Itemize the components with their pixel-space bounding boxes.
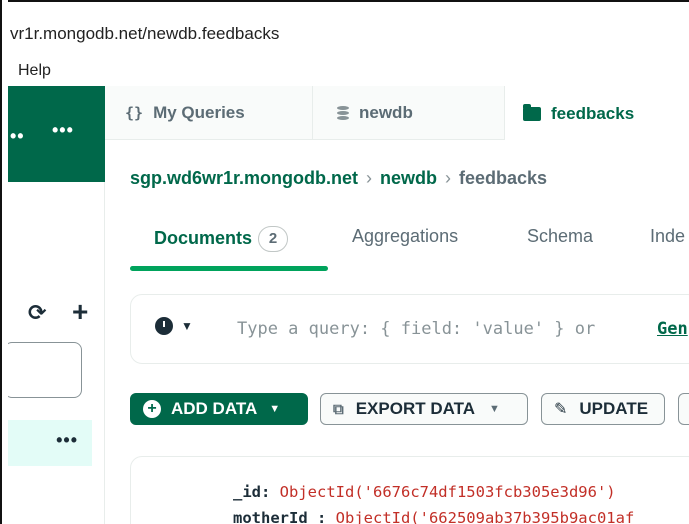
chevron-down-icon: ▼ bbox=[269, 403, 281, 415]
database-icon bbox=[337, 106, 349, 120]
tab-aggregations[interactable]: Aggregations bbox=[352, 226, 458, 247]
document-card: _id: ObjectId('6676c74df1503fcb305e3d96'… bbox=[130, 456, 689, 524]
sidebar-header: •• ••• bbox=[8, 86, 105, 182]
sidebar-more-icon[interactable]: ••• bbox=[52, 120, 74, 141]
update-label: UPDATE bbox=[579, 399, 649, 418]
field-key: _id bbox=[233, 483, 261, 501]
menu-help[interactable]: Help bbox=[18, 62, 51, 80]
chevron-down-icon: ▼ bbox=[489, 403, 500, 415]
export-data-label: EXPORT DATA bbox=[355, 399, 476, 418]
tab-schema[interactable]: Schema bbox=[527, 226, 593, 247]
breadcrumb: sgp.wd6wr1r.mongodb.net › newdb › feedba… bbox=[130, 168, 547, 189]
query-history-icon[interactable] bbox=[155, 317, 173, 335]
tab-documents-label: Documents bbox=[154, 228, 253, 248]
query-input[interactable]: Type a query: { field: 'value' } or bbox=[237, 319, 595, 339]
breadcrumb-collection: feedbacks bbox=[459, 168, 548, 188]
field-value: ObjectId('6676c74df1503fcb305e3d96') bbox=[279, 483, 616, 501]
workspace-tab-bar: {} My Queries newdb feedbacks bbox=[105, 86, 689, 141]
sidebar-collapse-dots-icon[interactable]: •• bbox=[10, 126, 25, 147]
chevron-down-icon[interactable]: ▼ bbox=[181, 319, 193, 333]
sidebar-tools: ⟳ + bbox=[28, 296, 108, 327]
update-button[interactable]: ✎ UPDATE bbox=[541, 393, 665, 425]
add-data-label: ADD DATA bbox=[171, 399, 258, 418]
delete-button[interactable] bbox=[678, 393, 689, 425]
tab-label: newdb bbox=[359, 103, 413, 122]
sidebar-item-newdb[interactable]: ••• bbox=[8, 420, 92, 466]
tab-documents[interactable]: Documents 2 bbox=[154, 226, 289, 252]
menu-bar: Help bbox=[8, 56, 689, 86]
active-tab-indicator bbox=[130, 266, 328, 271]
braces-icon: {} bbox=[125, 104, 144, 122]
sidebar-search-input[interactable] bbox=[4, 342, 82, 398]
tab-my-queries[interactable]: {} My Queries bbox=[105, 86, 313, 140]
window-titlebar: vr1r.mongodb.net/newdb.feedbacks bbox=[8, 10, 689, 56]
window-frame-top bbox=[0, 0, 689, 10]
sidebar-item-more-icon[interactable]: ••• bbox=[56, 430, 78, 451]
tab-feedbacks[interactable]: feedbacks bbox=[505, 86, 689, 141]
window-title: vr1r.mongodb.net/newdb.feedbacks bbox=[10, 24, 280, 43]
field-value: ObjectId('662509ab37b395b9ac01af bbox=[335, 509, 635, 524]
tab-indexes[interactable]: Inde bbox=[650, 226, 685, 247]
breadcrumb-database[interactable]: newdb bbox=[380, 168, 437, 189]
export-icon: ⧉ bbox=[333, 400, 344, 418]
refresh-icon[interactable]: ⟳ bbox=[28, 300, 46, 326]
tab-newdb[interactable]: newdb bbox=[313, 86, 505, 140]
query-bar: ▼ Type a query: { field: 'value' } or Ge… bbox=[130, 294, 689, 364]
tab-label: feedbacks bbox=[551, 103, 635, 123]
field-key: motherId bbox=[233, 509, 308, 524]
chevron-right-icon: › bbox=[366, 168, 373, 188]
tab-label: My Queries bbox=[153, 103, 245, 122]
collection-tabs: Documents 2 Aggregations Schema Inde bbox=[130, 212, 689, 271]
folder-icon bbox=[523, 103, 541, 121]
document-field-id: _id: ObjectId('6676c74df1503fcb305e3d96'… bbox=[233, 483, 616, 501]
plus-circle-icon: + bbox=[143, 400, 161, 418]
generate-query-link[interactable]: Gen bbox=[657, 319, 688, 339]
add-data-button[interactable]: + ADD DATA ▼ bbox=[130, 393, 308, 425]
window-frame-left bbox=[0, 0, 8, 524]
breadcrumb-cluster[interactable]: sgp.wd6wr1r.mongodb.net bbox=[130, 168, 358, 189]
pencil-icon: ✎ bbox=[554, 401, 568, 418]
add-database-icon[interactable]: + bbox=[72, 296, 88, 328]
export-data-button[interactable]: ⧉ EXPORT DATA ▼ bbox=[320, 393, 528, 425]
sidebar: •• ••• ⟳ + ••• bbox=[4, 86, 108, 524]
document-field-motherid: motherId : ObjectId('662509ab37b395b9ac0… bbox=[233, 509, 634, 524]
chevron-right-icon: › bbox=[445, 168, 452, 188]
documents-count-badge: 2 bbox=[258, 226, 289, 252]
